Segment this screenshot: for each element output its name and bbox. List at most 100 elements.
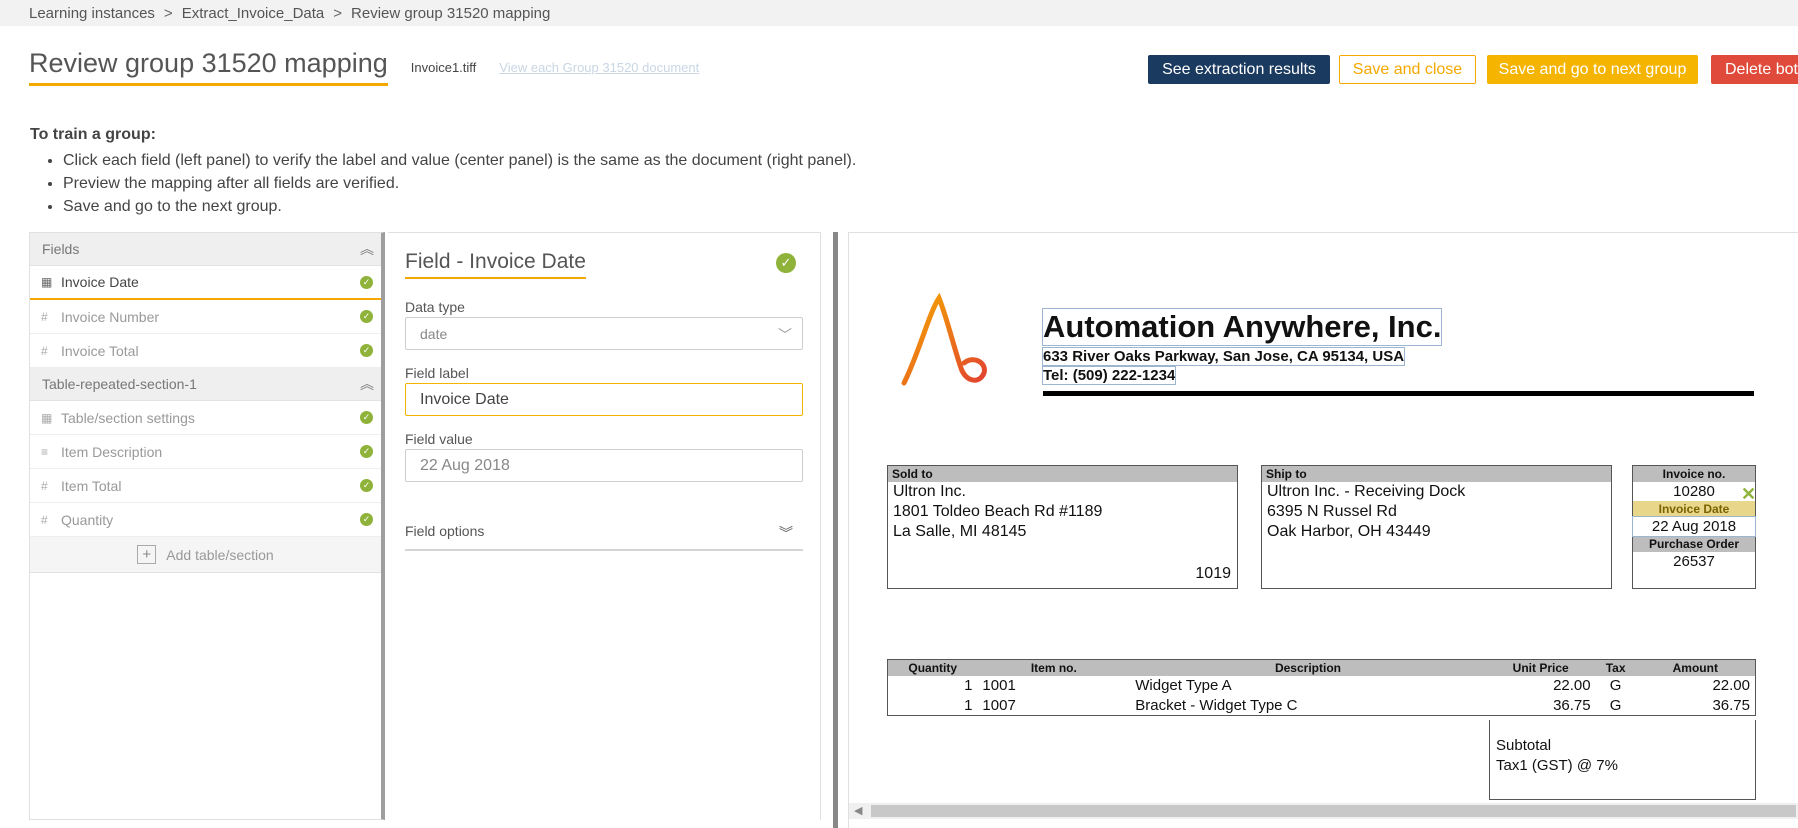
doc-ship-to-line: 6395 N Russel Rd xyxy=(1267,503,1397,520)
check-circle-icon: ✓ xyxy=(360,275,373,289)
field-item-invoice-number[interactable]: # Invoice Number ✓ xyxy=(30,300,381,334)
scroll-left-arrow-icon[interactable]: ◀ xyxy=(854,803,862,819)
doc-sold-to-header: Sold to xyxy=(888,466,1237,482)
field-item-invoice-total[interactable]: # Invoice Total ✓ xyxy=(30,334,381,368)
check-circle-icon: ✓ xyxy=(360,344,373,357)
chevron-double-up-icon[interactable]: ︽ xyxy=(360,374,374,394)
data-type-value: date xyxy=(420,325,448,342)
doc-items-table: Quantity Item no. Description Unit Price… xyxy=(887,659,1756,716)
add-table-section-label: Add table/section xyxy=(166,546,274,563)
field-label-label: Field label xyxy=(405,365,469,381)
doc-company-phone: Tel: (509) 222-1234 xyxy=(1041,366,1177,385)
chevron-double-up-icon[interactable]: ︽ xyxy=(360,239,374,259)
document-horizontal-scrollbar[interactable]: ◀ xyxy=(849,803,1798,819)
doc-ship-to-box: Ship to Ultron Inc. - Receiving Dock 639… xyxy=(1261,465,1612,589)
data-type-select[interactable]: date ﹀ xyxy=(405,317,803,350)
field-item-item-total[interactable]: # Item Total ✓ xyxy=(30,469,381,503)
field-value-label: Field value xyxy=(405,431,473,447)
doc-invoice-info-box: Invoice no. 10280 Invoice Date 22 Aug 20… xyxy=(1632,465,1756,589)
fields-section-title: Fields xyxy=(42,241,80,257)
chevron-down-icon: ﹀ xyxy=(778,327,792,343)
field-item-label: Item Total xyxy=(61,477,122,494)
doc-invoice-date-value[interactable]: 22 Aug 2018 xyxy=(1632,516,1756,537)
doc-items-col-header: Item no. xyxy=(977,659,1131,676)
field-item-quantity[interactable]: # Quantity ✓ xyxy=(30,503,381,537)
field-value-input[interactable]: 22 Aug 2018 xyxy=(405,449,803,482)
breadcrumb-separator: > xyxy=(333,4,343,22)
field-item-label: Invoice Number xyxy=(61,308,160,325)
check-circle-icon: ✓ xyxy=(360,513,373,526)
panel-resize-handle[interactable] xyxy=(833,232,838,828)
doc-totals-area: Subtotal Tax1 (GST) @ 7% xyxy=(1489,720,1756,800)
instruction-step: Click each field (left panel) to verify … xyxy=(63,149,856,172)
doc-items-cell: Widget Type A xyxy=(1135,677,1232,694)
calendar-icon: ▦ xyxy=(41,275,53,289)
field-item-item-description[interactable]: ≡ Item Description ✓ xyxy=(30,435,381,469)
chevron-double-down-icon: ︾ xyxy=(779,525,793,541)
field-label-input[interactable]: Invoice Date xyxy=(405,383,803,416)
data-type-label: Data type xyxy=(405,299,465,315)
company-logo xyxy=(901,293,987,386)
field-item-label: Item Description xyxy=(61,443,163,460)
see-extraction-results-button[interactable]: See extraction results xyxy=(1148,55,1330,84)
doc-items-col-header: Tax xyxy=(1595,659,1636,676)
save-and-close-button[interactable]: Save and close xyxy=(1339,55,1476,84)
table-section-header[interactable]: Table-repeated-section-1 ︽ xyxy=(30,368,381,401)
doc-po-value: 26537 xyxy=(1673,553,1715,570)
text-lines-icon: ≡ xyxy=(41,444,49,459)
doc-items-col-header: Unit Price xyxy=(1485,659,1596,676)
doc-items-cell: 1 xyxy=(964,696,973,714)
field-item-label: Table/section settings xyxy=(61,409,195,426)
doc-items-col-header: Amount xyxy=(1635,659,1756,676)
doc-sold-to-line: La Salle, MI 48145 xyxy=(893,523,1027,540)
doc-invoice-no-header: Invoice no. xyxy=(1633,466,1755,482)
doc-items-cell: G xyxy=(1609,677,1622,694)
doc-items-cell: 1001 xyxy=(982,677,1016,694)
hash-icon: # xyxy=(41,478,48,493)
hash-icon: # xyxy=(41,512,48,527)
hash-icon: # xyxy=(41,309,48,324)
check-circle-icon: ✓ xyxy=(360,445,373,458)
field-options-toggle[interactable]: Field options ︾ xyxy=(405,523,803,551)
field-item-table-settings[interactable]: ▦ Table/section settings ✓ xyxy=(30,401,381,435)
breadcrumb-separator: > xyxy=(163,4,173,22)
doc-sold-to-line: Ultron Inc. xyxy=(893,483,966,500)
doc-sold-to-line: 1801 Toldeo Beach Rd #1189 xyxy=(893,503,1103,520)
breadcrumb-extract-invoice-data[interactable]: Extract_Invoice_Data xyxy=(182,5,325,22)
scrollbar-thumb[interactable] xyxy=(871,805,1796,817)
field-detail-panel: Field - Invoice Date ✓ Data type date ﹀ … xyxy=(388,232,821,820)
doc-invoice-no-value: 10280 xyxy=(1673,483,1715,500)
doc-items-cell: Bracket - Widget Type C xyxy=(1135,696,1298,714)
view-group-documents-link[interactable]: View each Group 31520 document xyxy=(499,60,699,75)
doc-items-row: 1 1001 Widget Type A 22.00 G 22.00 xyxy=(888,676,1756,696)
breadcrumb-current: Review group 31520 mapping xyxy=(351,4,551,22)
document-preview-panel[interactable]: Automation Anywhere, Inc. 633 River Oaks… xyxy=(848,232,1798,828)
field-item-invoice-date[interactable]: ▦ Invoice Date ✓ xyxy=(30,266,381,300)
delete-bot-button[interactable]: Delete bot xyxy=(1711,55,1798,84)
table-section-title: Table-repeated-section-1 xyxy=(42,376,197,392)
fields-section-header[interactable]: Fields ︽ xyxy=(30,233,381,266)
breadcrumb-learning-instances[interactable]: Learning instances xyxy=(29,5,155,22)
field-options-label: Field options xyxy=(405,523,485,539)
check-circle-icon: ✓ xyxy=(360,411,373,424)
check-circle-icon: ✓ xyxy=(360,479,373,492)
doc-items-cell: 22.00 xyxy=(1712,677,1750,694)
breadcrumb: Learning instances > Extract_Invoice_Dat… xyxy=(0,0,1798,26)
fields-panel: Fields ︽ ▦ Invoice Date ✓ # Invoice Numb… xyxy=(29,232,385,820)
add-table-section-button[interactable]: + Add table/section xyxy=(30,537,381,573)
remove-mapping-icon[interactable]: ✕ xyxy=(1741,484,1756,505)
table-icon: ▦ xyxy=(41,410,53,425)
check-circle-icon: ✓ xyxy=(776,253,796,273)
save-and-next-group-button[interactable]: Save and go to next group xyxy=(1487,55,1698,84)
doc-company-address: 633 River Oaks Parkway, San Jose, CA 951… xyxy=(1041,347,1406,366)
doc-sold-to-code: 1019 xyxy=(1195,565,1231,582)
page-header: Review group 31520 mapping Invoice1.tiff… xyxy=(29,48,699,86)
doc-subtotal-label: Subtotal xyxy=(1496,737,1552,754)
doc-items-cell: 1 xyxy=(964,677,973,694)
instruction-step: Save and go to the next group. xyxy=(63,195,856,218)
doc-items-cell: 22.00 xyxy=(1553,677,1591,694)
doc-invoice-date-header: Invoice Date xyxy=(1633,501,1755,517)
doc-items-col-header: Description xyxy=(1130,659,1486,676)
doc-po-header: Purchase Order xyxy=(1633,536,1755,552)
instruction-step: Preview the mapping after all fields are… xyxy=(63,172,856,195)
